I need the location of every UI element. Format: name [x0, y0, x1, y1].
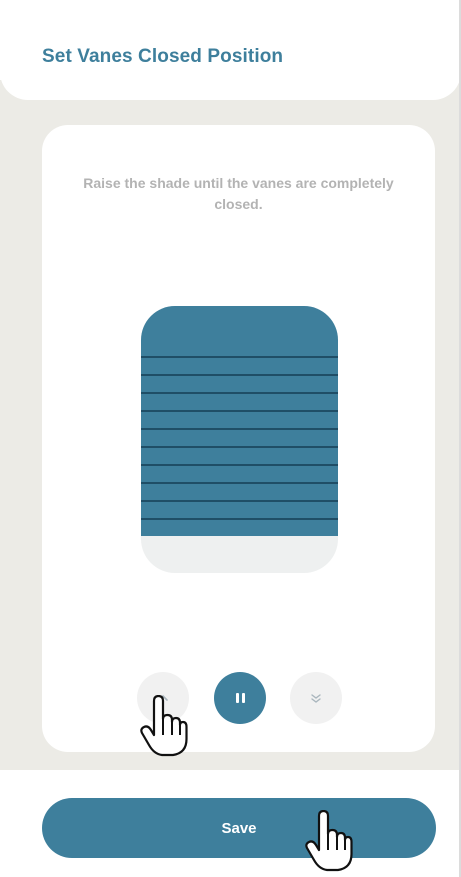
vane-line: [141, 482, 338, 484]
hand-pointer-icon: [305, 810, 353, 872]
vane-line: [141, 518, 338, 520]
shade-fabric: [141, 306, 338, 536]
save-button[interactable]: Save: [42, 798, 436, 858]
vane-line: [141, 410, 338, 412]
vane-line: [141, 428, 338, 430]
vane-line: [141, 446, 338, 448]
hand-pointer-icon: [140, 695, 188, 757]
shade-controls: [42, 672, 435, 726]
vane-line: [141, 464, 338, 466]
vane-line: [141, 500, 338, 502]
shade-visualization: [141, 306, 338, 573]
vane-line: [141, 374, 338, 376]
chevron-down-icon: [311, 694, 321, 703]
page-title: Set Vanes Closed Position: [42, 46, 284, 67]
header: Set Vanes Closed Position: [0, 0, 461, 100]
footer: Save: [0, 770, 461, 877]
pause-icon: [235, 693, 245, 703]
calibration-card: Raise the shade until the vanes are comp…: [42, 125, 435, 752]
vane-line: [141, 392, 338, 394]
vane-line: [141, 356, 338, 358]
lower-button[interactable]: [290, 672, 342, 724]
instruction-text: Raise the shade until the vanes are comp…: [83, 175, 394, 212]
pause-button[interactable]: [214, 672, 266, 724]
